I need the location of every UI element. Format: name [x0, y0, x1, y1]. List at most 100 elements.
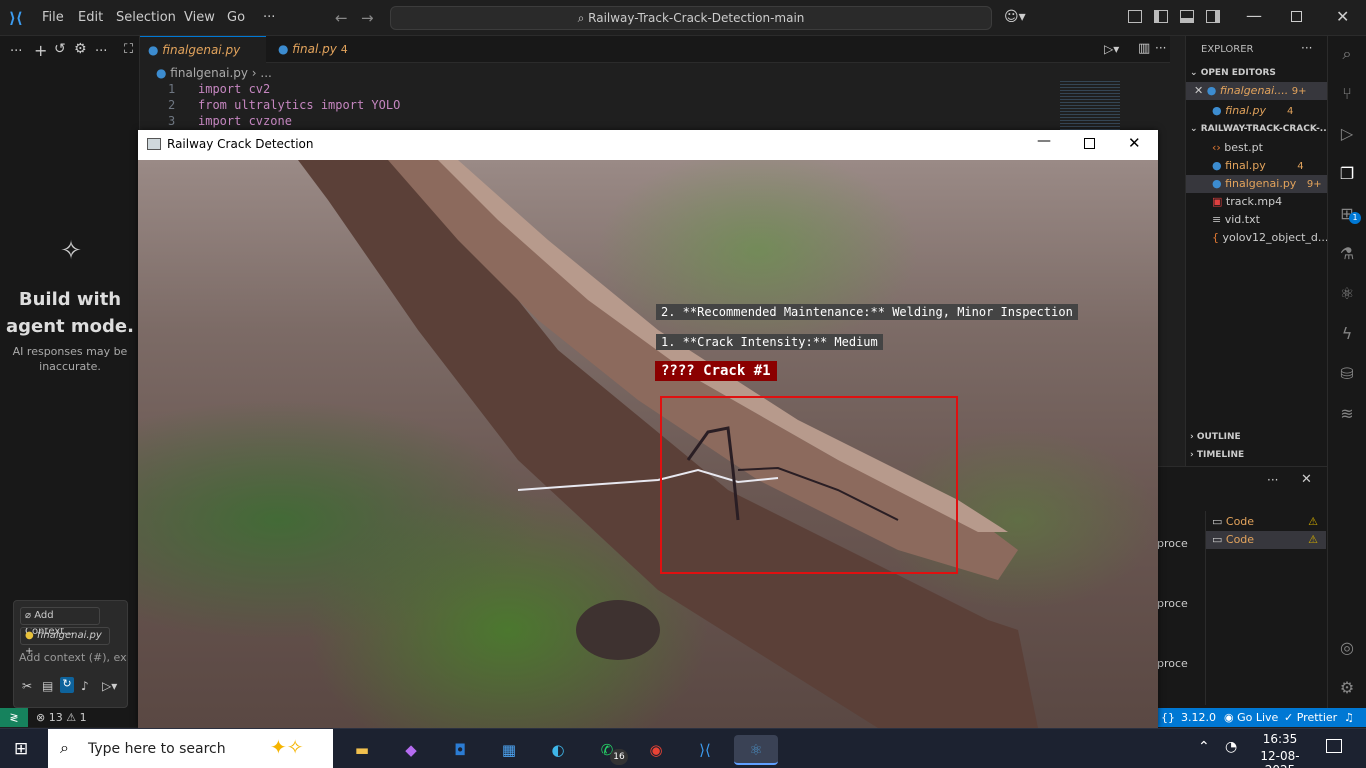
gear-icon[interactable]: ⚙ [74, 41, 87, 57]
agent-mode-icon[interactable]: ↻ [60, 677, 74, 693]
menu-view[interactable]: View [184, 10, 215, 25]
testing-icon[interactable]: ⚗ [1337, 244, 1357, 264]
chat-more-icon[interactable]: ··· [10, 44, 22, 59]
minimap[interactable] [1060, 81, 1120, 133]
back-arrow-icon[interactable]: ← [335, 9, 348, 27]
clock-date[interactable]: 12-08-2025 [1246, 749, 1314, 768]
minimize-icon[interactable]: — [1246, 6, 1262, 25]
toggle-panel-icon[interactable] [1180, 10, 1194, 23]
menu-edit[interactable]: Edit [78, 10, 103, 25]
command-center-search[interactable]: ⌕ Railway-Track-Crack-Detection-main [390, 6, 992, 30]
file-final-py[interactable]: ● final.py 4 [1212, 157, 1304, 176]
database-icon[interactable]: ⛁ [1337, 364, 1357, 384]
history-icon[interactable]: ↺ [54, 41, 66, 57]
maximize-icon[interactable]: ⛶ [124, 42, 133, 57]
notification-icon[interactable] [1326, 739, 1342, 753]
file-best-pt[interactable]: ‹› best.pt [1212, 139, 1263, 157]
breadcrumb-file[interactable]: finalgenai.py [170, 66, 248, 80]
customize-layout-icon[interactable] [1128, 10, 1142, 23]
breadcrumb-more[interactable]: ... [260, 66, 271, 80]
send-icon[interactable]: ▷▾ [102, 679, 117, 693]
terminal-item[interactable]: ▭ Code ⚠ [1212, 515, 1326, 528]
open-editors-header[interactable]: ⌄ OPEN EDITORS [1190, 68, 1276, 78]
file-finalgenai-py[interactable]: ● finalgenai.py 9+ [1186, 175, 1327, 193]
project-header[interactable]: ⌄ RAILWAY-TRACK-CRACK-... [1190, 124, 1330, 134]
open-editor-final[interactable]: ● final.py 4 [1212, 102, 1293, 121]
crack-detection-window[interactable]: Railway Crack Detection — ✕ 2. **Recomme… [138, 130, 1158, 728]
close-icon[interactable]: ✕ [1128, 134, 1141, 152]
split-editor-icon[interactable]: ▥ [1138, 41, 1150, 56]
run-icon[interactable]: ▷▾ [1104, 42, 1119, 56]
python-version[interactable]: 3.12.0 [1181, 711, 1216, 724]
windows-start-icon[interactable]: ⊞ [14, 739, 28, 759]
terminal-more-icon[interactable]: ··· [1267, 473, 1278, 487]
vscode-icon[interactable]: ⟩⟨ [690, 735, 720, 765]
clock-time[interactable]: 16:35 [1250, 732, 1310, 746]
outlook-icon[interactable]: ◘ [445, 735, 475, 765]
settings-gear-icon[interactable]: ⚙ [1337, 678, 1357, 698]
account-icon[interactable]: ◎ [1337, 638, 1357, 658]
toggle-secondary-sidebar-icon[interactable] [1206, 10, 1220, 23]
go-live-button[interactable]: ◉ Go Live [1224, 711, 1278, 724]
terminal-item[interactable]: ▭ Code ⚠ [1206, 531, 1326, 549]
run-debug-icon[interactable]: ▷ [1337, 124, 1357, 144]
terminal-item-label: Code [1225, 533, 1255, 546]
braces-icon[interactable]: {} [1161, 711, 1175, 724]
list-icon[interactable]: ▤ [42, 679, 53, 693]
forward-arrow-icon[interactable]: → [361, 9, 374, 27]
maximize-icon[interactable] [1084, 138, 1095, 149]
chrome-icon[interactable]: ◉ [641, 735, 671, 765]
tab-final[interactable]: ● final.py 4 [270, 36, 365, 63]
explorer-more-icon[interactable]: ··· [1301, 41, 1312, 55]
copilot-app-icon[interactable]: ◆ [396, 735, 426, 765]
code-editor[interactable]: ● finalgenai.py › ... 1 import cv2 2 fro… [140, 63, 1170, 133]
edge-icon[interactable]: ◐ [543, 735, 573, 765]
whatsapp-icon[interactable]: ✆ 16 [592, 735, 628, 765]
remote-icon[interactable]: ≷ [0, 708, 28, 727]
file-track-mp4[interactable]: ▣ track.mp4 [1212, 193, 1282, 211]
store-icon[interactable]: ▦ [494, 735, 524, 765]
add-context-button[interactable]: ⌀ Add Context... [20, 607, 100, 637]
problems-indicator[interactable]: ⊗ 13 ⚠ 1 [36, 711, 87, 724]
tab-finalgenai[interactable]: ● finalgenai.py 9+ ✕ [140, 36, 266, 84]
bell-icon[interactable]: ♫ [1344, 711, 1354, 724]
attached-file-chip[interactable]: ● finalgenai.py + [20, 627, 110, 657]
extensions-icon[interactable]: ⊞ 1 [1337, 204, 1361, 224]
search-icon[interactable]: ⌕ [1337, 44, 1357, 64]
copilot-icon[interactable]: ☺▾ [1004, 9, 1026, 25]
python-window-icon[interactable]: ⚛ [734, 735, 778, 765]
toggle-primary-sidebar-icon[interactable] [1154, 10, 1168, 23]
minimize-icon[interactable]: — [1037, 133, 1051, 149]
python-icon[interactable]: ⚛ [1337, 284, 1357, 304]
open-editor-finalgenai[interactable]: ✕ ● finalgenai.... 9+ [1186, 82, 1327, 100]
outline-header[interactable]: › OUTLINE [1190, 432, 1241, 442]
restore-icon[interactable] [1291, 11, 1302, 22]
menu-more[interactable]: ··· [263, 10, 275, 25]
wifi-icon[interactable]: ◔ [1225, 739, 1237, 755]
more-icon[interactable]: ··· [95, 44, 107, 59]
explorer-icon[interactable]: ❐ [1337, 164, 1357, 184]
layers-icon[interactable]: ≋ [1337, 404, 1357, 424]
terminal-close-icon[interactable]: ✕ [1301, 472, 1312, 487]
menu-file[interactable]: File [42, 10, 64, 25]
file-explorer-icon[interactable]: ▬ [347, 735, 377, 765]
chevron-up-icon[interactable]: ⌃ [1198, 739, 1210, 755]
lightning-icon[interactable]: ϟ [1337, 324, 1357, 344]
tools-icon[interactable]: ✂ [22, 679, 32, 693]
taskbar-search[interactable]: ⌕ Type here to search ✦✧ [48, 729, 333, 768]
taskbar-search-input[interactable]: Type here to search [88, 741, 226, 757]
close-icon[interactable]: ✕ [1336, 7, 1349, 26]
file-yolov12[interactable]: { yolov12_object_d... [1212, 229, 1328, 247]
chat-input[interactable]: Add context (#), exter [19, 651, 127, 664]
new-chat-icon[interactable]: + [34, 41, 47, 60]
menu-go[interactable]: Go [227, 10, 245, 25]
window-titlebar[interactable]: Railway Crack Detection — ✕ [138, 130, 1158, 160]
mic-icon[interactable]: ♪ [81, 679, 89, 693]
close-icon[interactable]: ✕ [1194, 84, 1207, 97]
prettier-button[interactable]: ✓ Prettier [1284, 711, 1337, 724]
timeline-header[interactable]: › TIMELINE [1190, 450, 1244, 460]
file-vid-txt[interactable]: ≡ vid.txt [1212, 211, 1260, 229]
source-control-icon[interactable]: ⑂ [1337, 84, 1357, 104]
menu-selection[interactable]: Selection [116, 10, 176, 25]
editor-more-icon[interactable]: ··· [1155, 41, 1166, 55]
